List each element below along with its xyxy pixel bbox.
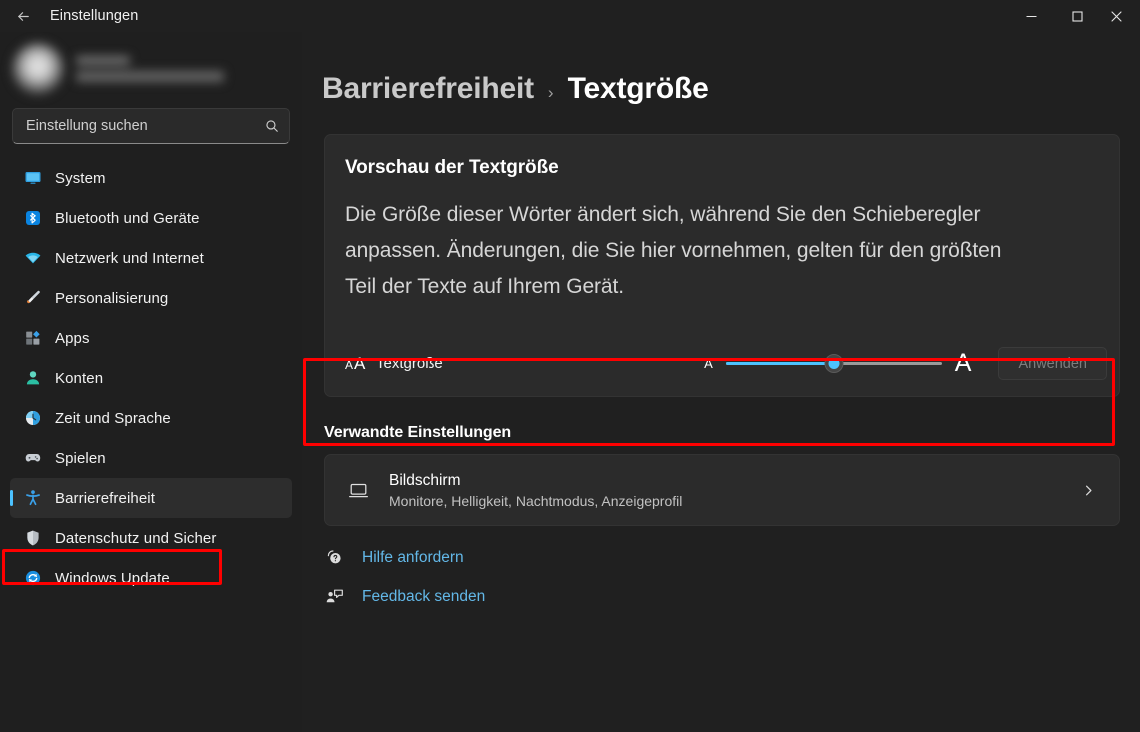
search-input[interactable]: Einstellung suchen — [12, 108, 290, 144]
chevron-right-icon — [1082, 484, 1103, 497]
sidebar-item-label: Apps — [55, 329, 90, 347]
sidebar-item-accounts[interactable]: Konten — [10, 358, 292, 398]
sidebar-item-label: Konten — [55, 369, 104, 387]
sidebar-item-time-language[interactable]: Zeit und Sprache — [10, 398, 292, 438]
bluetooth-icon — [24, 209, 42, 227]
help-icon — [324, 548, 344, 567]
text-size-setting-row: AA Textgröße A A Anwenden — [324, 331, 1120, 397]
back-button[interactable] — [6, 1, 40, 31]
wifi-icon — [24, 249, 42, 267]
breadcrumb: Barrierefreiheit › Textgröße — [302, 72, 1140, 106]
text-size-slider-zone: A A Anwenden — [704, 347, 1107, 380]
user-name-redacted — [76, 56, 130, 65]
user-profile-text-redacted — [76, 56, 224, 82]
sidebar-item-label: System — [55, 169, 106, 187]
sidebar-item-gaming[interactable]: Spielen — [10, 438, 292, 478]
slider-max-label: A — [954, 349, 972, 377]
sidebar-item-privacy-security[interactable]: Datenschutz und Sicher — [10, 518, 292, 558]
feedback-icon — [324, 587, 344, 606]
sidebar-item-label: Barrierefreiheit — [55, 489, 155, 507]
send-feedback-link[interactable]: Feedback senden — [324, 587, 1140, 606]
gamepad-icon — [24, 449, 42, 467]
window-body: Einstellung suchen System Bluetooth und … — [0, 32, 1140, 732]
back-arrow-icon — [17, 11, 29, 21]
search-placeholder: Einstellung suchen — [26, 118, 148, 134]
monitor-icon — [24, 169, 42, 187]
selection-indicator — [10, 490, 13, 506]
sidebar-item-label: Zeit und Sprache — [55, 409, 171, 427]
slider-min-label: A — [704, 356, 713, 371]
sidebar-item-label: Personalisierung — [55, 289, 169, 307]
breadcrumb-separator-icon: › — [547, 83, 554, 102]
sidebar-item-label: Bluetooth und Geräte — [55, 209, 200, 227]
related-setting-texts: Bildschirm Monitore, Helligkeit, Nachtmo… — [389, 472, 682, 509]
sidebar-item-system[interactable]: System — [10, 158, 292, 198]
sidebar-nav: System Bluetooth und Geräte Netzwerk und… — [0, 158, 302, 598]
sidebar-item-label: Windows Update — [55, 569, 170, 587]
user-profile[interactable] — [0, 36, 302, 102]
sidebar-item-apps[interactable]: Apps — [10, 318, 292, 358]
text-size-preview-card: Vorschau der Textgröße Die Größe dieser … — [324, 134, 1120, 331]
clock-icon — [24, 409, 42, 427]
maximize-icon — [1071, 10, 1083, 22]
paintbrush-icon — [24, 289, 42, 307]
close-button[interactable] — [1100, 0, 1140, 32]
sidebar-item-personalization[interactable]: Personalisierung — [10, 278, 292, 318]
related-setting-display-card[interactable]: Bildschirm Monitore, Helligkeit, Nachtmo… — [324, 454, 1120, 526]
text-size-icon: AA — [345, 353, 366, 373]
user-avatar — [12, 43, 64, 95]
close-icon — [1111, 10, 1122, 22]
sidebar-item-label: Netzwerk und Internet — [55, 249, 204, 267]
text-size-slider[interactable] — [725, 353, 942, 375]
related-setting-title: Bildschirm — [389, 471, 461, 489]
minimize-button[interactable] — [1008, 0, 1054, 32]
settings-window: Einstellungen Einstellung suchen System … — [0, 0, 1140, 732]
related-settings-title: Verwandte Einstellungen — [324, 424, 512, 441]
get-help-label: Hilfe anfordern — [362, 548, 464, 566]
sidebar-item-windows-update[interactable]: Windows Update — [10, 558, 292, 598]
breadcrumb-parent[interactable]: Barrierefreiheit — [322, 72, 534, 106]
send-feedback-label: Feedback senden — [362, 587, 486, 605]
related-setting-subtitle: Monitore, Helligkeit, Nachtmodus, Anzeig… — [389, 492, 683, 509]
shield-icon — [24, 529, 42, 547]
preview-text: Die Größe dieser Wörter ändert sich, wäh… — [345, 203, 1002, 298]
apps-icon — [24, 329, 42, 347]
sidebar-item-label: Datenschutz und Sicher — [55, 529, 217, 547]
apply-button[interactable]: Anwenden — [998, 347, 1107, 380]
main-content: Barrierefreiheit › Textgröße Vorschau de… — [302, 32, 1140, 732]
account-icon — [24, 369, 42, 387]
sidebar: Einstellung suchen System Bluetooth und … — [0, 32, 302, 732]
slider-fill — [725, 362, 834, 365]
caption-buttons — [1008, 0, 1140, 32]
minimize-icon — [1026, 15, 1036, 17]
title-bar: Einstellungen — [0, 0, 1140, 32]
slider-thumb[interactable] — [824, 354, 844, 373]
text-size-label: Textgröße — [376, 355, 443, 372]
app-title: Einstellungen — [50, 8, 139, 24]
page-title: Textgröße — [567, 72, 709, 105]
user-email-redacted — [76, 71, 224, 82]
help-links: Hilfe anfordern Feedback senden — [324, 548, 1140, 606]
accessibility-icon — [24, 489, 42, 507]
sidebar-item-accessibility[interactable]: Barrierefreiheit — [10, 478, 292, 518]
display-icon — [347, 480, 369, 501]
update-icon — [24, 569, 42, 587]
get-help-link[interactable]: Hilfe anfordern — [324, 548, 1140, 567]
preview-title: Vorschau der Textgröße — [345, 157, 559, 178]
sidebar-item-network[interactable]: Netzwerk und Internet — [10, 238, 292, 278]
sidebar-item-bluetooth[interactable]: Bluetooth und Geräte — [10, 198, 292, 238]
sidebar-item-label: Spielen — [55, 449, 106, 467]
search-icon — [265, 119, 279, 133]
maximize-button[interactable] — [1054, 0, 1100, 32]
